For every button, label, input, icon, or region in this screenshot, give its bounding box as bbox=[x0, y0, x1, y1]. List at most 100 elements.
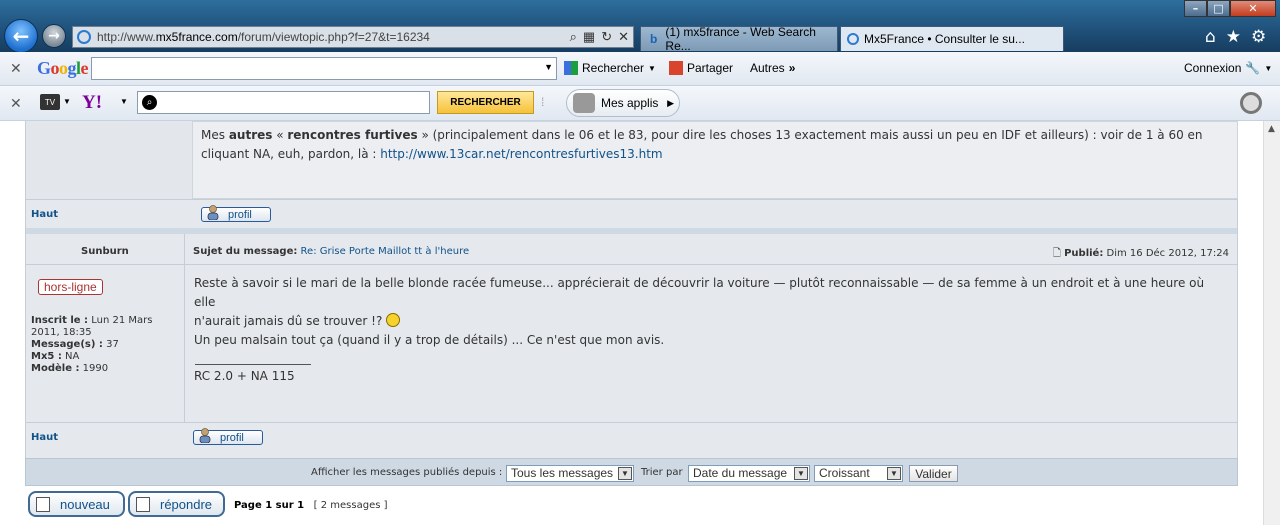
back-button[interactable]: ← bbox=[4, 19, 38, 53]
settings-gear-icon[interactable] bbox=[1240, 92, 1262, 114]
address-bar[interactable]: http://www. mx5france.com/forum/viewtopic… bbox=[72, 26, 634, 48]
address-domain: mx5france.com bbox=[155, 30, 238, 44]
wrench-icon[interactable]: 🔧 bbox=[1245, 61, 1260, 75]
share-button[interactable]: Partager bbox=[669, 61, 733, 75]
post-author[interactable]: Sunburn bbox=[81, 246, 129, 257]
dropdown-arrow-icon[interactable]: ▼ bbox=[544, 62, 553, 72]
home-icon[interactable]: ⌂ bbox=[1205, 27, 1216, 47]
dropdown-arrow-icon[interactable]: ▼ bbox=[120, 97, 128, 106]
puzzle-icon bbox=[573, 93, 595, 113]
sig-text: « bbox=[272, 128, 288, 142]
display-select[interactable]: Tous les messages ▼ bbox=[506, 465, 634, 482]
sig-bold: autres bbox=[228, 128, 273, 142]
submit-button[interactable]: Valider bbox=[909, 465, 958, 482]
tv-icon[interactable]: TV bbox=[40, 94, 60, 110]
yahoo-logo[interactable]: Y! bbox=[82, 92, 102, 114]
order-select[interactable]: Croissant ▼ bbox=[814, 465, 903, 482]
subject-link[interactable]: Re: Grise Porte Maillot tt à l'heure bbox=[301, 246, 470, 257]
reply-button[interactable]: répondre bbox=[128, 491, 225, 517]
more-label: Autres bbox=[750, 61, 785, 75]
new-topic-label: nouveau bbox=[60, 496, 110, 512]
separator-handle-icon[interactable]: ⁞ bbox=[541, 95, 544, 109]
search-icon[interactable]: ⌕ bbox=[570, 29, 577, 45]
google-g-icon bbox=[564, 61, 578, 75]
ie-page-icon bbox=[77, 30, 91, 44]
search-icon: ⌕ bbox=[142, 95, 157, 110]
pagination-info: Page 1 sur 1 [ 2 messages ] bbox=[234, 500, 388, 511]
tools-gear-icon[interactable]: ⚙ bbox=[1251, 27, 1266, 47]
yahoo-search-input[interactable]: ⌕ bbox=[137, 91, 430, 114]
display-value: Tous les messages bbox=[511, 466, 614, 480]
compatibility-icon[interactable]: ▦ bbox=[583, 29, 595, 45]
profile-button[interactable]: profil bbox=[193, 428, 263, 445]
profile-button[interactable]: profil bbox=[201, 205, 271, 222]
my-apps-label: Mes applis bbox=[601, 96, 659, 110]
yahoo-search-button[interactable]: RECHERCHER bbox=[437, 91, 534, 114]
document-icon bbox=[36, 497, 50, 512]
mx5-value: NA bbox=[65, 351, 80, 362]
favorites-star-icon[interactable]: ★ bbox=[1226, 27, 1241, 47]
message-count: [ 2 messages ] bbox=[313, 500, 388, 511]
close-window-button[interactable]: ✕ bbox=[1230, 0, 1276, 17]
minimize-button[interactable]: – bbox=[1184, 0, 1207, 17]
google-logo: Google bbox=[37, 58, 89, 78]
new-topic-button[interactable]: nouveau bbox=[28, 491, 125, 517]
profile-label: profil bbox=[228, 208, 252, 221]
divider bbox=[26, 199, 1237, 200]
published-label: Publié: bbox=[1064, 248, 1104, 259]
sort-value: Date du message bbox=[693, 466, 788, 480]
google-search-input[interactable]: ▼ bbox=[91, 57, 557, 80]
page-number: Page 1 sur 1 bbox=[234, 500, 305, 511]
connect-button[interactable]: Connexion 🔧 ▼ bbox=[1184, 61, 1272, 75]
browser-titlebar: ← → http://www. mx5france.com/forum/viewt… bbox=[0, 0, 1280, 53]
browser-right-icons: ⌂ ★ ⚙ bbox=[1205, 27, 1266, 47]
sort-label: Trier par bbox=[641, 467, 683, 478]
forward-button[interactable]: → bbox=[42, 24, 66, 48]
model-value: 1990 bbox=[82, 363, 109, 374]
maximize-button[interactable]: □ bbox=[1207, 0, 1230, 17]
ie-page-icon bbox=[847, 33, 859, 45]
sort-select[interactable]: Date du message ▼ bbox=[688, 465, 810, 482]
tab-forum[interactable]: Mx5France • Consulter le su... bbox=[840, 26, 1064, 51]
status-badge: hors-ligne bbox=[38, 279, 103, 295]
document-icon bbox=[136, 497, 150, 512]
chevron-right-icon: ▶ bbox=[667, 97, 674, 108]
google-search-label: Rechercher bbox=[582, 61, 645, 75]
close-toolbar-icon[interactable]: ✕ bbox=[10, 60, 22, 77]
refresh-icon[interactable]: ↻ bbox=[601, 29, 612, 45]
prev-post-signature-cell: Mes autres « rencontres furtives » (prin… bbox=[192, 121, 1238, 199]
google-search-button[interactable]: Rechercher ▼ bbox=[564, 61, 656, 75]
post-separator bbox=[26, 228, 1237, 234]
top-link[interactable]: Haut bbox=[31, 432, 58, 443]
divider bbox=[26, 422, 1237, 423]
profile-label: profil bbox=[220, 431, 244, 444]
post-body: Reste à savoir si le mari de la belle bl… bbox=[194, 274, 1224, 350]
post-icon[interactable]: 🗋 bbox=[1053, 248, 1061, 259]
dropdown-arrow-icon[interactable]: ▼ bbox=[63, 97, 71, 106]
more-button[interactable]: Autres » bbox=[750, 61, 795, 75]
tab-web-search[interactable]: b (1) mx5france - Web Search Re... bbox=[640, 25, 838, 53]
stop-icon[interactable]: ✕ bbox=[618, 29, 629, 45]
sig-text: Mes bbox=[201, 128, 229, 142]
display-label: Afficher les messages publiés depuis : bbox=[311, 467, 503, 478]
reply-label: répondre bbox=[160, 496, 213, 512]
prev-post-signature: Mes autres « rencontres furtives » (prin… bbox=[201, 126, 1231, 164]
google-toolbar: ✕ Google ▼ Rechercher ▼ Partager Autres … bbox=[0, 52, 1280, 86]
model-label: Modèle : bbox=[31, 363, 80, 374]
close-toolbar-icon[interactable]: ✕ bbox=[10, 95, 22, 112]
share-label: Partager bbox=[687, 61, 734, 75]
dropdown-arrow-icon: ▼ bbox=[887, 467, 901, 480]
connect-label: Connexion bbox=[1184, 61, 1242, 75]
top-link[interactable]: Haut bbox=[31, 209, 58, 220]
signature-link[interactable]: http://www.13car.net/rencontresfurtives1… bbox=[380, 147, 662, 161]
tab-label: Mx5France • Consulter le su... bbox=[864, 32, 1025, 46]
scroll-up-arrow-icon[interactable]: ▲ bbox=[1268, 124, 1275, 134]
vertical-scrollbar[interactable]: ▲ bbox=[1263, 121, 1280, 525]
prev-post-author-cell bbox=[26, 121, 192, 199]
divider bbox=[26, 264, 1237, 265]
my-apps-button[interactable]: Mes applis ▶ bbox=[566, 89, 680, 117]
share-icon bbox=[669, 61, 683, 75]
chevron-right-icon: » bbox=[788, 61, 796, 75]
address-path: /forum/viewtopic.php?f=27&t=16234 bbox=[237, 30, 430, 44]
sig-bold: rencontres furtives bbox=[287, 128, 418, 142]
